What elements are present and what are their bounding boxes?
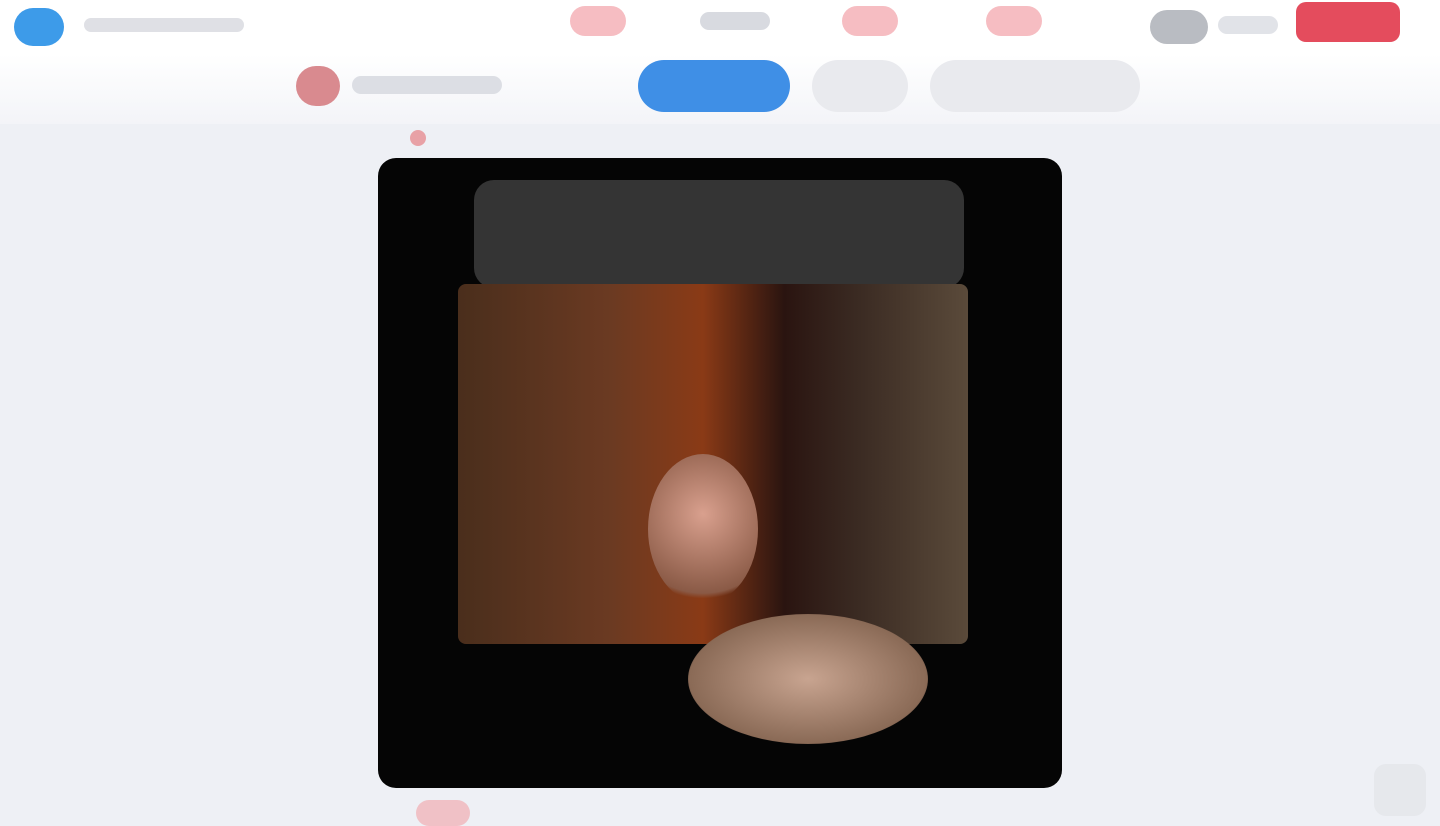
meme-top-text [474,188,964,278]
channel-label[interactable] [352,76,502,94]
tab-1[interactable] [638,60,790,112]
user-name[interactable] [1218,16,1278,34]
reaction-button[interactable] [416,800,470,826]
site-name[interactable] [84,18,244,32]
meme-face-region [648,454,758,604]
top-navigation-bar [0,0,1440,54]
channel-icon[interactable] [296,66,340,106]
meme-caption [468,656,968,776]
meme-image [458,284,968,744]
nav-item-4[interactable] [986,6,1042,36]
nav-item-3[interactable] [842,6,898,36]
tab-3[interactable] [930,60,1140,112]
post-author-badge[interactable] [410,130,426,146]
tab-2[interactable] [812,60,908,112]
scroll-to-top-button[interactable] [1374,764,1426,816]
nav-item-2[interactable] [700,12,770,30]
site-logo[interactable] [14,8,64,46]
upgrade-button[interactable] [1296,2,1400,42]
nav-item-1[interactable] [570,6,626,36]
user-avatar[interactable] [1150,10,1208,44]
post-card[interactable] [378,158,1062,788]
